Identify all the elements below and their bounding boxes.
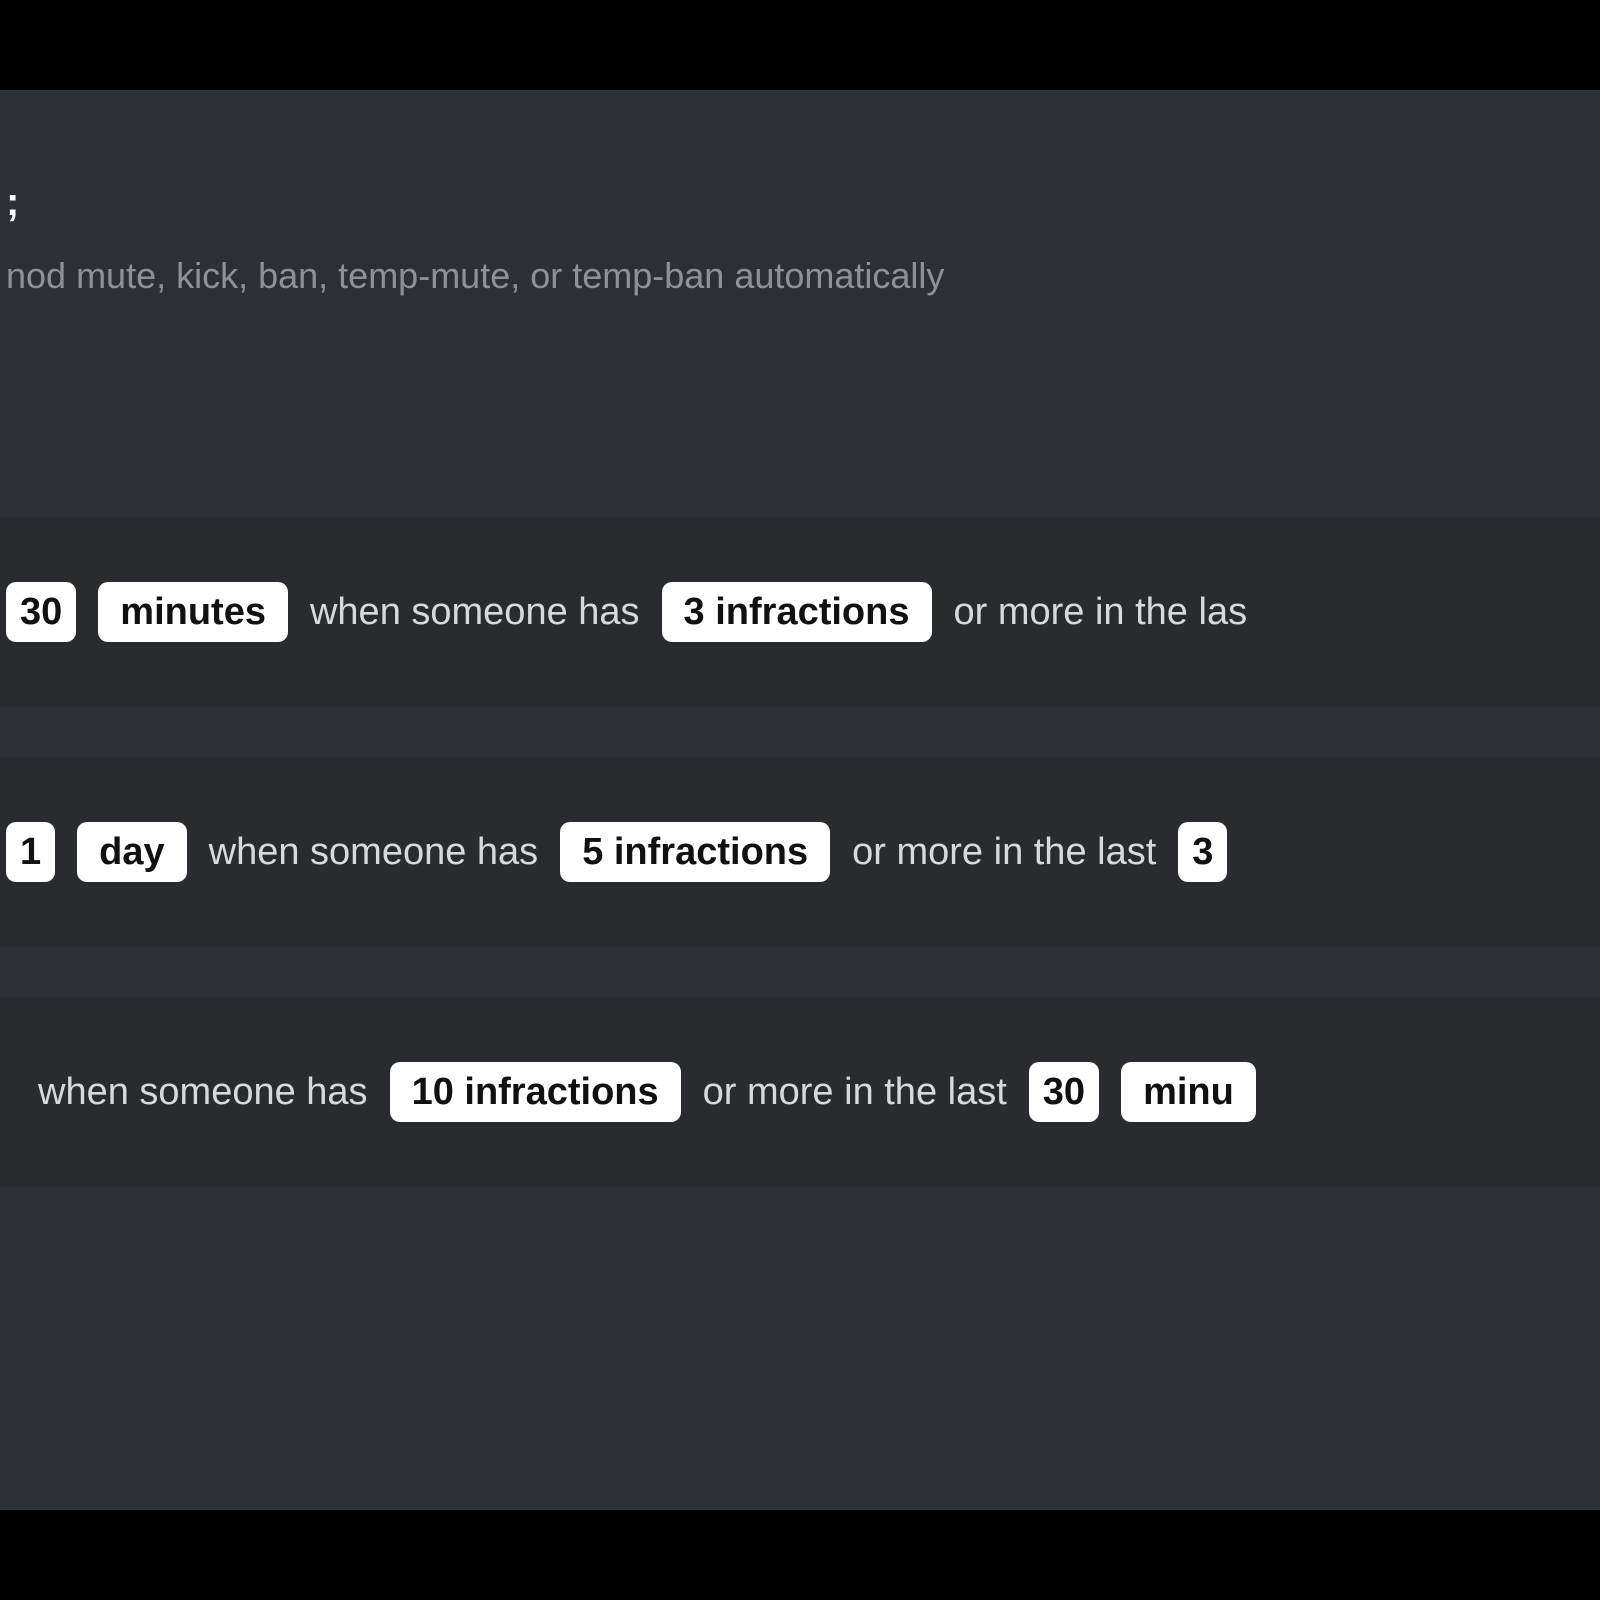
rule-text-when: when someone has (209, 831, 539, 874)
window-unit-select[interactable]: minu (1121, 1062, 1256, 1122)
rules-list: 30 minutes when someone has 3 infraction… (0, 517, 1600, 1187)
duration-unit-select[interactable]: minutes (98, 582, 288, 642)
window-amount-select[interactable]: 3 (1178, 822, 1227, 882)
duration-unit-select[interactable]: day (77, 822, 186, 882)
rule-row: 30 minutes when someone has 3 infraction… (0, 517, 1600, 707)
rule-text-ormore: or more in the last (852, 831, 1156, 874)
infractions-threshold-select[interactable]: 3 infractions (662, 582, 932, 642)
section-description-text: nod mute, kick, ban, temp-mute, or temp-… (6, 255, 944, 296)
infractions-threshold-select[interactable]: 5 infractions (560, 822, 830, 882)
section-title: ; (0, 90, 1600, 225)
rule-text-ormore: or more in the las (954, 591, 1248, 634)
automod-panel: ; nod mute, kick, ban, temp-mute, or tem… (0, 90, 1600, 1510)
rule-row: when someone has 10 infractions or more … (0, 997, 1600, 1187)
infractions-threshold-select[interactable]: 10 infractions (390, 1062, 681, 1122)
section-title-text: ; (6, 180, 20, 224)
rule-row: 1 day when someone has 5 infractions or … (0, 757, 1600, 947)
duration-amount-select[interactable]: 1 (6, 822, 55, 882)
rule-text-when: when someone has (38, 1071, 368, 1114)
rule-text-when: when someone has (310, 591, 640, 634)
rule-text-ormore: or more in the last (703, 1071, 1007, 1114)
duration-amount-select[interactable]: 30 (6, 582, 76, 642)
section-description: nod mute, kick, ban, temp-mute, or temp-… (0, 225, 1600, 297)
window-amount-select[interactable]: 30 (1029, 1062, 1099, 1122)
